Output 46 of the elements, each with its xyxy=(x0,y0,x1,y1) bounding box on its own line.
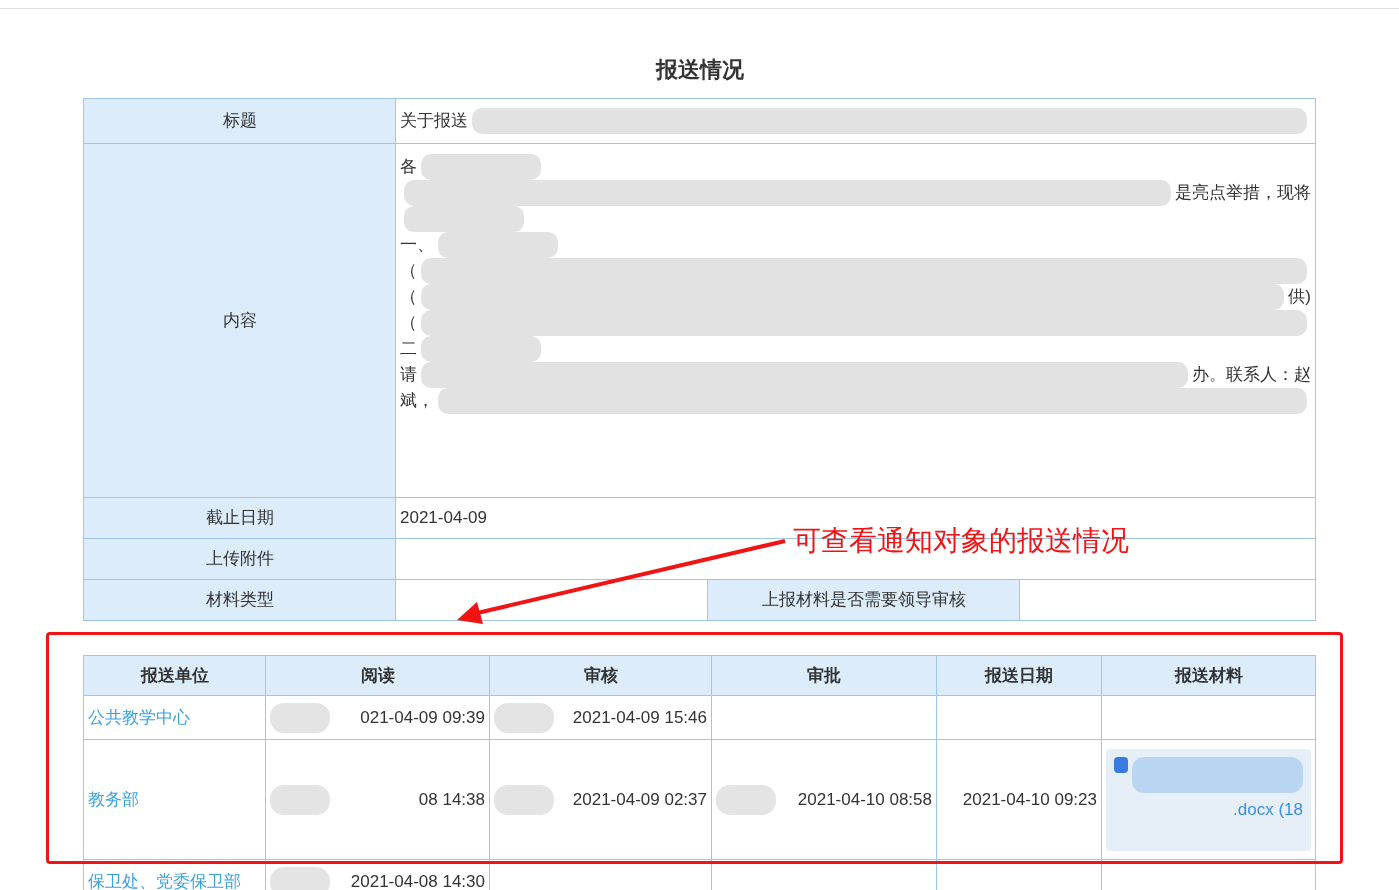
timestamp: 2021-04-09 02:37 xyxy=(572,788,707,811)
timestamp: 2021-04-10 09:23 xyxy=(962,788,1097,811)
row-label: 上报材料是否需要领导审核 xyxy=(761,589,966,612)
file-name: .docx (18 xyxy=(1233,798,1303,821)
blurred-block xyxy=(494,702,554,733)
column-header: 阅读 xyxy=(360,664,395,687)
content-text: 办。联系人：赵 xyxy=(1192,364,1311,387)
blurred-block xyxy=(494,784,554,815)
column-header: 报送单位 xyxy=(140,664,209,687)
content-text: 关于报送 xyxy=(400,110,468,133)
blurred-block xyxy=(270,702,330,733)
unit-link[interactable]: 公共教学中心 xyxy=(88,704,190,731)
content-text: 是亮点举措，现将 xyxy=(1175,182,1311,205)
unit-link[interactable]: 保卫处、党委保卫部 xyxy=(88,868,241,890)
content-text: 2021-04-09 xyxy=(400,507,487,530)
row-label: 标题 xyxy=(222,110,257,133)
row-label: 材料类型 xyxy=(205,589,274,612)
blurred-block xyxy=(716,784,776,815)
blurred-block xyxy=(270,866,330,890)
column-header: 报送材料 xyxy=(1174,664,1243,687)
timestamp: 2021-04-10 08:58 xyxy=(797,788,932,811)
column-header: 审批 xyxy=(807,664,841,687)
file-card[interactable]: .docx (18 xyxy=(1106,748,1311,851)
content-text: 斌， xyxy=(400,390,434,413)
annotation-text: 可查看通知对象的报送情况 xyxy=(793,524,1129,558)
content-text: （ xyxy=(400,312,417,335)
column-header: 审核 xyxy=(583,664,618,687)
timestamp: 021-04-09 09:39 xyxy=(360,706,485,729)
content-text: 请 xyxy=(400,364,417,387)
content-text: 供) xyxy=(1288,286,1311,309)
timestamp: 08 14:38 xyxy=(418,788,485,811)
row-label: 内容 xyxy=(222,309,257,332)
timestamp: 2021-04-08 14:30 xyxy=(350,870,485,890)
row-label: 上传附件 xyxy=(205,548,274,571)
row-label: 截止日期 xyxy=(205,507,274,530)
unit-link[interactable]: 教务部 xyxy=(88,786,139,813)
word-file-icon xyxy=(1114,756,1128,773)
content-text: （ xyxy=(400,260,417,283)
column-header: 报送日期 xyxy=(985,664,1053,687)
content-text: 各 xyxy=(400,156,417,179)
content-text: 一、 xyxy=(400,234,434,257)
page-title: 报送情况 xyxy=(655,56,744,84)
content-text: 二 xyxy=(400,338,417,361)
blurred-block xyxy=(270,784,330,815)
content-text: （ xyxy=(400,286,417,309)
timestamp: 2021-04-09 15:46 xyxy=(572,706,707,729)
